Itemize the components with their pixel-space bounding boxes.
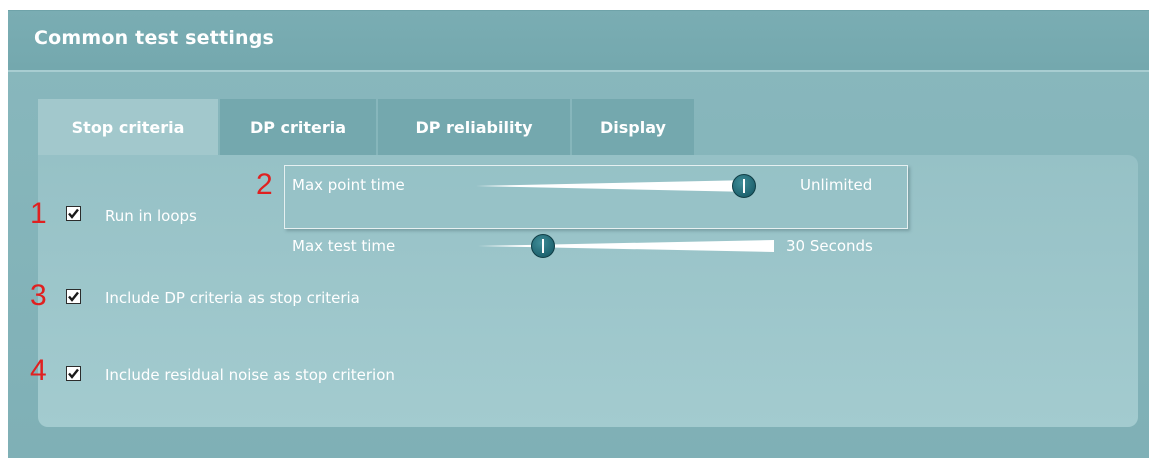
max-test-time-label: Max test time [292,237,396,255]
tab-label: DP reliability [415,117,533,137]
max-point-time-group [284,165,908,229]
tab-dp-reliability[interactable]: DP reliability [378,99,570,155]
tab-stop-criteria[interactable]: Stop criteria [38,99,218,155]
max-test-time-track[interactable] [478,237,778,255]
tab-label: DP criteria [249,117,347,137]
include-dp-criteria-checkbox[interactable] [66,289,81,304]
checkmark-icon [68,368,79,379]
max-point-time-value: Unlimited [800,176,873,194]
run-in-loops-checkbox[interactable] [66,206,81,221]
checkmark-icon [68,208,79,219]
annotation-number-4: 4 [30,354,47,387]
panel-header: Common test settings [8,11,1149,72]
tab-display[interactable]: Display [572,99,694,155]
run-in-loops-label: Run in loops [105,207,197,225]
include-residual-noise-label: Include residual noise as stop criterion [105,366,395,384]
tab-label: Display [600,117,666,137]
checkmark-icon [68,291,79,302]
annotation-number-3: 3 [30,279,47,312]
max-point-time-track[interactable] [476,177,756,195]
max-point-time-label: Max point time [292,176,405,194]
max-point-time-slider-handle[interactable] [731,174,756,198]
include-residual-noise-checkbox[interactable] [66,366,81,381]
max-test-time-slider-handle[interactable] [531,234,556,258]
settings-panel: Common test settings Stop criteria DP cr… [8,10,1149,458]
panel-title: Common test settings [34,27,275,49]
include-dp-criteria-label: Include DP criteria as stop criteria [105,289,360,307]
tab-dp-criteria[interactable]: DP criteria [220,99,376,155]
tab-label: Stop criteria [71,117,185,137]
annotation-number-1: 1 [30,197,47,230]
max-test-time-value: 30 Seconds [786,237,873,255]
annotation-number-2: 2 [256,168,273,201]
